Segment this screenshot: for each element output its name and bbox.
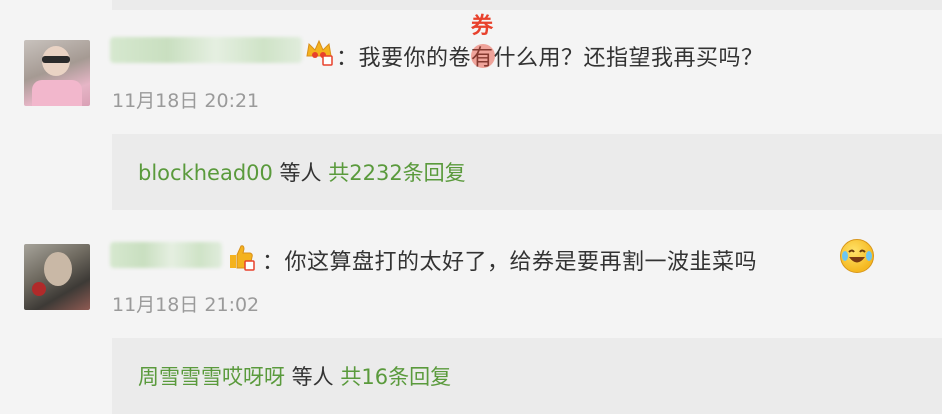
- reply-user-link[interactable]: blockhead00: [138, 161, 273, 185]
- avatar-face: [44, 252, 72, 286]
- timestamp: 11月18日 21:02: [112, 294, 260, 316]
- comment-text: ：你这算盘打的太好了，给券是要再割一波韭菜吗: [262, 250, 758, 275]
- avatar[interactable]: [24, 40, 90, 106]
- avatar-rose: [32, 282, 46, 296]
- reply-summary-box[interactable]: 周雪雪雪哎呀呀 等人 共16条回复: [112, 338, 942, 414]
- reply-mid-text: 等人: [272, 161, 329, 185]
- crown-vip-icon: [304, 36, 334, 66]
- comment-text-part2: 有什么用？还指望我再买吗？: [471, 46, 764, 71]
- avatar-sunglasses: [42, 56, 70, 63]
- reply-count-link[interactable]: 共2232条回复: [328, 161, 465, 185]
- reply-count-link[interactable]: 共16条回复: [340, 365, 451, 389]
- comment-item: ：我要你的卷有什么用？还指望我再买吗？ 券 11月18日 20:21 block…: [0, 0, 942, 215]
- comment-text-part1: ：我要你的: [336, 46, 449, 71]
- reply-summary: 周雪雪雪哎呀呀 等人 共16条回复: [138, 361, 451, 391]
- reply-summary-box[interactable]: blockhead00 等人 共2232条回复: [112, 134, 942, 210]
- avatar[interactable]: [24, 244, 90, 310]
- timestamp: 11月18日 20:21: [112, 90, 260, 112]
- avatar-shirt: [32, 80, 82, 106]
- comment-text: ：我要你的卷有什么用？还指望我再买吗？: [336, 40, 764, 72]
- comment-item: ：你这算盘打的太好了，给券是要再割一波韭菜吗 11月18日 21:02 周雪雪雪…: [0, 215, 942, 414]
- reply-summary: blockhead00 等人 共2232条回复: [138, 157, 466, 187]
- thumb-vip-icon: [226, 241, 256, 271]
- typo-circle-mark: [471, 44, 495, 68]
- reply-mid-text: 等人: [285, 365, 341, 389]
- correction-char: 券: [471, 14, 494, 39]
- reply-user-link[interactable]: 周雪雪雪哎呀呀: [138, 365, 285, 389]
- typo-char: 卷: [448, 46, 472, 71]
- username-blurred[interactable]: [110, 242, 222, 268]
- laughing-tears-emoji-icon: [840, 239, 874, 273]
- username-blurred[interactable]: [110, 37, 302, 63]
